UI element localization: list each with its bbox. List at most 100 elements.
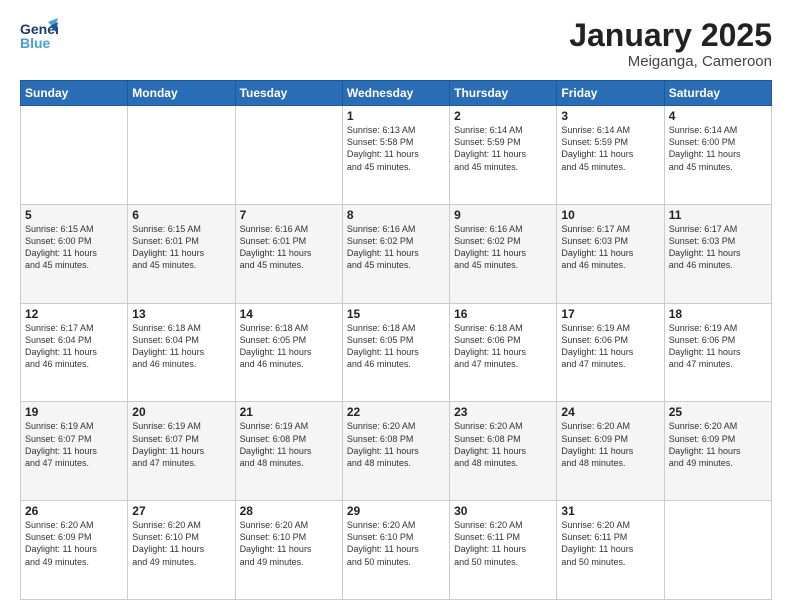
- day-number: 28: [240, 504, 338, 518]
- calendar-cell: 22Sunrise: 6:20 AM Sunset: 6:08 PM Dayli…: [342, 402, 449, 501]
- day-info: Sunrise: 6:18 AM Sunset: 6:05 PM Dayligh…: [347, 322, 445, 371]
- day-number: 3: [561, 109, 659, 123]
- calendar-cell: 4Sunrise: 6:14 AM Sunset: 6:00 PM Daylig…: [664, 106, 771, 205]
- calendar-cell: 3Sunrise: 6:14 AM Sunset: 5:59 PM Daylig…: [557, 106, 664, 205]
- calendar-cell: 1Sunrise: 6:13 AM Sunset: 5:58 PM Daylig…: [342, 106, 449, 205]
- calendar-cell: 23Sunrise: 6:20 AM Sunset: 6:08 PM Dayli…: [450, 402, 557, 501]
- weekday-header-wednesday: Wednesday: [342, 81, 449, 106]
- calendar-cell: 25Sunrise: 6:20 AM Sunset: 6:09 PM Dayli…: [664, 402, 771, 501]
- weekday-header-thursday: Thursday: [450, 81, 557, 106]
- day-number: 25: [669, 405, 767, 419]
- page-title: January 2025: [569, 18, 772, 53]
- calendar-cell: 10Sunrise: 6:17 AM Sunset: 6:03 PM Dayli…: [557, 204, 664, 303]
- day-number: 12: [25, 307, 123, 321]
- calendar-cell: 15Sunrise: 6:18 AM Sunset: 6:05 PM Dayli…: [342, 303, 449, 402]
- day-info: Sunrise: 6:15 AM Sunset: 6:00 PM Dayligh…: [25, 223, 123, 272]
- day-info: Sunrise: 6:20 AM Sunset: 6:09 PM Dayligh…: [561, 420, 659, 469]
- day-info: Sunrise: 6:20 AM Sunset: 6:10 PM Dayligh…: [240, 519, 338, 568]
- day-info: Sunrise: 6:14 AM Sunset: 5:59 PM Dayligh…: [561, 124, 659, 173]
- day-info: Sunrise: 6:16 AM Sunset: 6:02 PM Dayligh…: [454, 223, 552, 272]
- day-number: 19: [25, 405, 123, 419]
- weekday-header-sunday: Sunday: [21, 81, 128, 106]
- day-info: Sunrise: 6:17 AM Sunset: 6:04 PM Dayligh…: [25, 322, 123, 371]
- calendar-cell: 7Sunrise: 6:16 AM Sunset: 6:01 PM Daylig…: [235, 204, 342, 303]
- header: General Blue January 2025 Meiganga, Came…: [20, 18, 772, 70]
- day-number: 17: [561, 307, 659, 321]
- calendar-week-1: 5Sunrise: 6:15 AM Sunset: 6:00 PM Daylig…: [21, 204, 772, 303]
- day-number: 18: [669, 307, 767, 321]
- day-info: Sunrise: 6:17 AM Sunset: 6:03 PM Dayligh…: [561, 223, 659, 272]
- day-number: 24: [561, 405, 659, 419]
- calendar-cell: [128, 106, 235, 205]
- day-number: 2: [454, 109, 552, 123]
- calendar-cell: [664, 501, 771, 600]
- day-info: Sunrise: 6:13 AM Sunset: 5:58 PM Dayligh…: [347, 124, 445, 173]
- calendar-cell: 21Sunrise: 6:19 AM Sunset: 6:08 PM Dayli…: [235, 402, 342, 501]
- calendar-cell: 28Sunrise: 6:20 AM Sunset: 6:10 PM Dayli…: [235, 501, 342, 600]
- day-info: Sunrise: 6:20 AM Sunset: 6:08 PM Dayligh…: [347, 420, 445, 469]
- calendar-week-0: 1Sunrise: 6:13 AM Sunset: 5:58 PM Daylig…: [21, 106, 772, 205]
- weekday-header-saturday: Saturday: [664, 81, 771, 106]
- day-info: Sunrise: 6:19 AM Sunset: 6:08 PM Dayligh…: [240, 420, 338, 469]
- calendar-cell: [21, 106, 128, 205]
- calendar-cell: 20Sunrise: 6:19 AM Sunset: 6:07 PM Dayli…: [128, 402, 235, 501]
- logo-icon: General Blue: [20, 18, 58, 50]
- title-area: January 2025 Meiganga, Cameroon: [569, 18, 772, 70]
- day-info: Sunrise: 6:16 AM Sunset: 6:01 PM Dayligh…: [240, 223, 338, 272]
- calendar-cell: 27Sunrise: 6:20 AM Sunset: 6:10 PM Dayli…: [128, 501, 235, 600]
- day-number: 31: [561, 504, 659, 518]
- calendar-table: SundayMondayTuesdayWednesdayThursdayFrid…: [20, 80, 772, 600]
- day-info: Sunrise: 6:20 AM Sunset: 6:10 PM Dayligh…: [132, 519, 230, 568]
- svg-text:Blue: Blue: [20, 35, 51, 50]
- day-info: Sunrise: 6:18 AM Sunset: 6:05 PM Dayligh…: [240, 322, 338, 371]
- weekday-header-row: SundayMondayTuesdayWednesdayThursdayFrid…: [21, 81, 772, 106]
- day-info: Sunrise: 6:19 AM Sunset: 6:07 PM Dayligh…: [132, 420, 230, 469]
- calendar-cell: 5Sunrise: 6:15 AM Sunset: 6:00 PM Daylig…: [21, 204, 128, 303]
- day-info: Sunrise: 6:19 AM Sunset: 6:06 PM Dayligh…: [561, 322, 659, 371]
- day-info: Sunrise: 6:14 AM Sunset: 5:59 PM Dayligh…: [454, 124, 552, 173]
- calendar-cell: 31Sunrise: 6:20 AM Sunset: 6:11 PM Dayli…: [557, 501, 664, 600]
- calendar-cell: 8Sunrise: 6:16 AM Sunset: 6:02 PM Daylig…: [342, 204, 449, 303]
- day-number: 21: [240, 405, 338, 419]
- day-number: 10: [561, 208, 659, 222]
- day-info: Sunrise: 6:20 AM Sunset: 6:11 PM Dayligh…: [454, 519, 552, 568]
- day-info: Sunrise: 6:20 AM Sunset: 6:08 PM Dayligh…: [454, 420, 552, 469]
- day-number: 6: [132, 208, 230, 222]
- day-number: 4: [669, 109, 767, 123]
- weekday-header-monday: Monday: [128, 81, 235, 106]
- calendar-cell: 26Sunrise: 6:20 AM Sunset: 6:09 PM Dayli…: [21, 501, 128, 600]
- weekday-header-friday: Friday: [557, 81, 664, 106]
- day-number: 23: [454, 405, 552, 419]
- calendar-cell: 6Sunrise: 6:15 AM Sunset: 6:01 PM Daylig…: [128, 204, 235, 303]
- day-info: Sunrise: 6:20 AM Sunset: 6:10 PM Dayligh…: [347, 519, 445, 568]
- calendar-cell: 16Sunrise: 6:18 AM Sunset: 6:06 PM Dayli…: [450, 303, 557, 402]
- day-number: 11: [669, 208, 767, 222]
- day-number: 9: [454, 208, 552, 222]
- calendar-cell: 11Sunrise: 6:17 AM Sunset: 6:03 PM Dayli…: [664, 204, 771, 303]
- calendar-cell: 29Sunrise: 6:20 AM Sunset: 6:10 PM Dayli…: [342, 501, 449, 600]
- day-number: 13: [132, 307, 230, 321]
- calendar-cell: 2Sunrise: 6:14 AM Sunset: 5:59 PM Daylig…: [450, 106, 557, 205]
- logo: General Blue: [20, 18, 58, 50]
- page: General Blue January 2025 Meiganga, Came…: [0, 0, 792, 612]
- day-number: 1: [347, 109, 445, 123]
- day-info: Sunrise: 6:18 AM Sunset: 6:06 PM Dayligh…: [454, 322, 552, 371]
- day-info: Sunrise: 6:15 AM Sunset: 6:01 PM Dayligh…: [132, 223, 230, 272]
- calendar-cell: 30Sunrise: 6:20 AM Sunset: 6:11 PM Dayli…: [450, 501, 557, 600]
- calendar-week-4: 26Sunrise: 6:20 AM Sunset: 6:09 PM Dayli…: [21, 501, 772, 600]
- day-number: 30: [454, 504, 552, 518]
- day-number: 20: [132, 405, 230, 419]
- day-info: Sunrise: 6:16 AM Sunset: 6:02 PM Dayligh…: [347, 223, 445, 272]
- day-info: Sunrise: 6:20 AM Sunset: 6:09 PM Dayligh…: [25, 519, 123, 568]
- calendar-cell: 14Sunrise: 6:18 AM Sunset: 6:05 PM Dayli…: [235, 303, 342, 402]
- day-info: Sunrise: 6:18 AM Sunset: 6:04 PM Dayligh…: [132, 322, 230, 371]
- day-number: 29: [347, 504, 445, 518]
- calendar-cell: 17Sunrise: 6:19 AM Sunset: 6:06 PM Dayli…: [557, 303, 664, 402]
- weekday-header-tuesday: Tuesday: [235, 81, 342, 106]
- page-subtitle: Meiganga, Cameroon: [569, 53, 772, 70]
- calendar-week-2: 12Sunrise: 6:17 AM Sunset: 6:04 PM Dayli…: [21, 303, 772, 402]
- day-number: 27: [132, 504, 230, 518]
- calendar-cell: 9Sunrise: 6:16 AM Sunset: 6:02 PM Daylig…: [450, 204, 557, 303]
- day-info: Sunrise: 6:19 AM Sunset: 6:06 PM Dayligh…: [669, 322, 767, 371]
- day-number: 22: [347, 405, 445, 419]
